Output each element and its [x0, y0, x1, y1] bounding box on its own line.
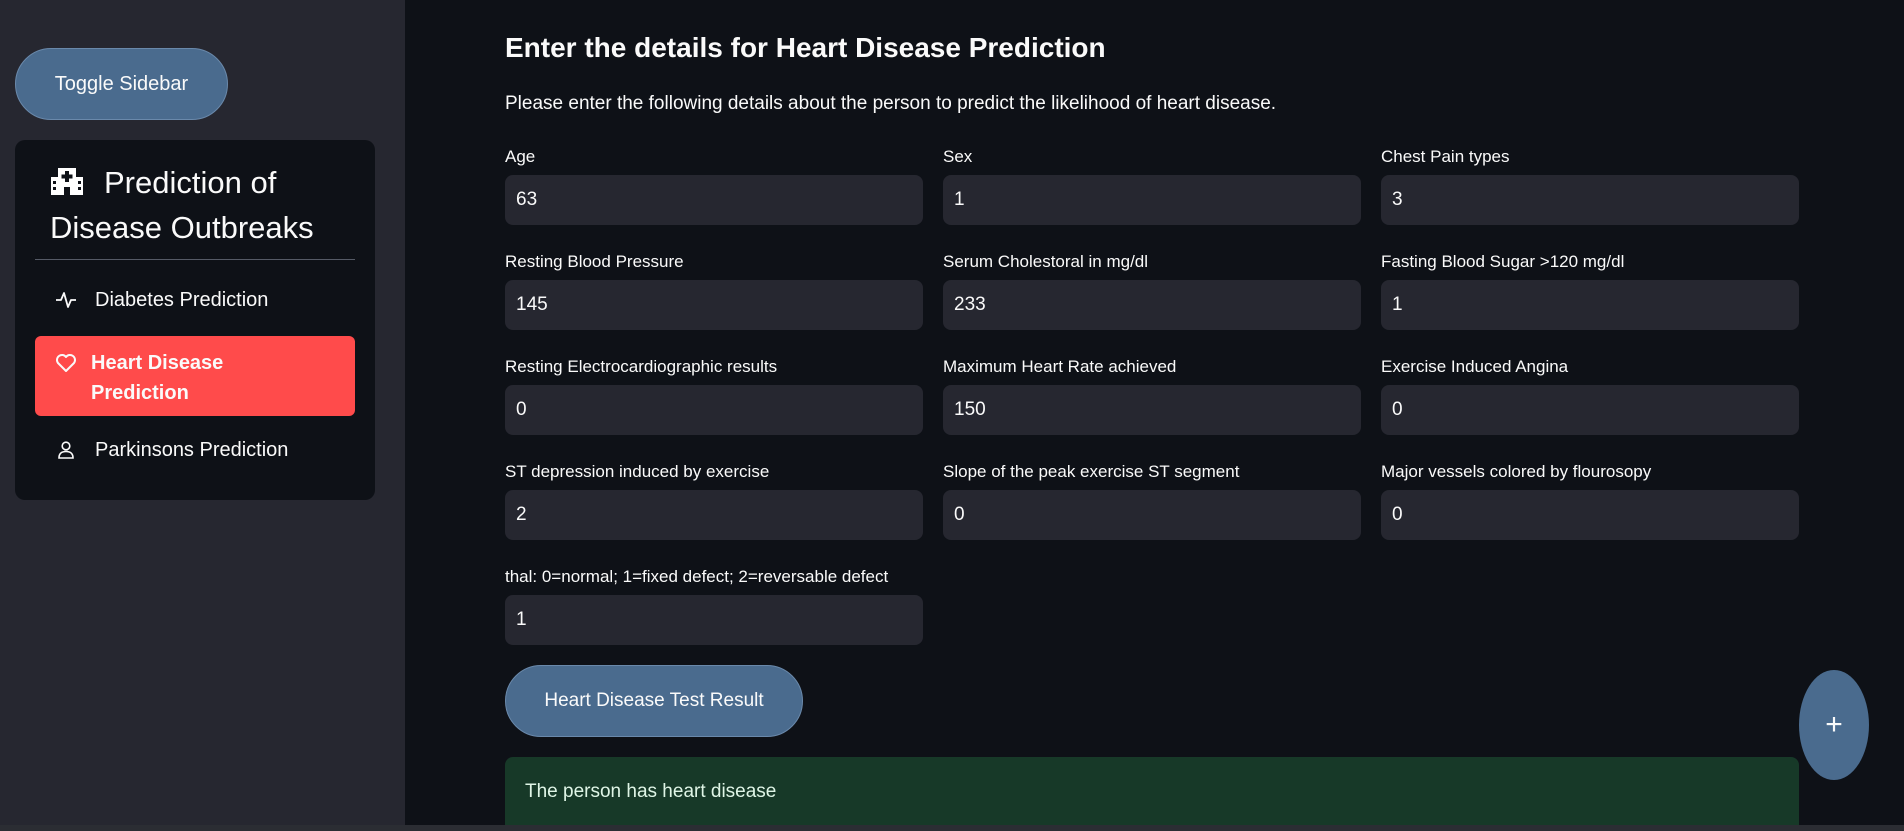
field-label: Resting Blood Pressure	[505, 252, 684, 271]
add-button[interactable]: +	[1799, 670, 1869, 780]
fasting-sugar-field: Fasting Blood Sugar >120 mg/dl 1	[1381, 252, 1799, 330]
field-label: Exercise Induced Angina	[1381, 357, 1569, 376]
field-label: Chest Pain types	[1381, 147, 1510, 166]
chest-pain-input[interactable]: 3	[1381, 175, 1799, 225]
age-input[interactable]: 63	[505, 175, 923, 225]
angina-field: Exercise Induced Angina 0	[1381, 357, 1799, 435]
sidebar-item-label: Parkinsons Prediction	[95, 438, 289, 461]
sex-input[interactable]: 1	[943, 175, 1361, 225]
hospital-icon	[50, 164, 84, 196]
field-label: Maximum Heart Rate achieved	[943, 357, 1177, 376]
field-label: Fasting Blood Sugar >120 mg/dl	[1381, 252, 1625, 271]
menu-divider	[35, 259, 355, 260]
major-vessels-input[interactable]: 0	[1381, 490, 1799, 540]
field-label: Age	[505, 147, 536, 166]
main-content: Enter the details for Heart Disease Pred…	[405, 0, 1904, 831]
sidebar: Toggle Sidebar Prediction of Disease Out…	[0, 0, 405, 831]
angina-input[interactable]: 0	[1381, 385, 1799, 435]
thal-input[interactable]: 1	[505, 595, 923, 645]
bottom-bar	[0, 825, 1904, 831]
st-slope-input[interactable]: 0	[943, 490, 1361, 540]
heart-icon	[55, 352, 77, 374]
sidebar-item-label: Diabetes Prediction	[95, 288, 269, 311]
sidebar-item-diabetes[interactable]: Diabetes Prediction	[35, 280, 355, 320]
activity-icon	[55, 289, 77, 311]
st-slope-field: Slope of the peak exercise ST segment 0	[943, 462, 1361, 540]
sidebar-item-parkinsons[interactable]: Parkinsons Prediction	[35, 430, 355, 470]
ecg-field: Resting Electrocardiographic results 0	[505, 357, 923, 435]
ecg-input[interactable]: 0	[505, 385, 923, 435]
field-label: Sex	[943, 147, 973, 166]
app-root: Toggle Sidebar Prediction of Disease Out…	[0, 0, 1904, 831]
resting-bp-input[interactable]: 145	[505, 280, 923, 330]
field-label: Resting Electrocardiographic results	[505, 357, 778, 376]
cholesterol-input[interactable]: 233	[943, 280, 1361, 330]
field-label: Major vessels colored by flourosopy	[1381, 462, 1652, 481]
max-heart-rate-field: Maximum Heart Rate achieved 150	[943, 357, 1361, 435]
prediction-result-text: The person has heart disease	[525, 781, 777, 802]
resting-bp-field: Resting Blood Pressure 145	[505, 252, 923, 330]
page-description: Please enter the following details about…	[505, 93, 1277, 114]
plus-icon: +	[1825, 708, 1843, 741]
sex-field: Sex 1	[943, 147, 1361, 225]
field-label: ST depression induced by exercise	[505, 462, 770, 481]
toggle-sidebar-button[interactable]: Toggle Sidebar	[15, 48, 228, 120]
st-depression-input[interactable]: 2	[505, 490, 923, 540]
field-label: Serum Cholestoral in mg/dl	[943, 252, 1149, 271]
menu-title: Prediction of Disease Outbreaks	[50, 160, 360, 250]
menu-title-text: Prediction of Disease Outbreaks	[50, 165, 314, 245]
field-label: thal: 0=normal; 1=fixed defect; 2=revers…	[505, 567, 889, 586]
cholesterol-field: Serum Cholestoral in mg/dl 233	[943, 252, 1361, 330]
navigation-menu: Prediction of Disease Outbreaks Diabetes…	[15, 140, 375, 500]
person-icon	[55, 439, 77, 461]
thal-field: thal: 0=normal; 1=fixed defect; 2=revers…	[505, 567, 923, 645]
sidebar-item-heart-disease[interactable]: Heart Disease Prediction	[35, 336, 355, 416]
major-vessels-field: Major vessels colored by flourosopy 0	[1381, 462, 1799, 540]
chest-pain-field: Chest Pain types 3	[1381, 147, 1799, 225]
max-heart-rate-input[interactable]: 150	[943, 385, 1361, 435]
fasting-sugar-input[interactable]: 1	[1381, 280, 1799, 330]
page-title: Enter the details for Heart Disease Pred…	[505, 32, 1106, 63]
field-label: Slope of the peak exercise ST segment	[943, 462, 1240, 481]
heart-disease-test-result-button[interactable]: Heart Disease Test Result	[505, 665, 803, 737]
age-field: Age 63	[505, 147, 923, 225]
prediction-result-alert: The person has heart disease	[505, 757, 1799, 831]
sidebar-item-label: Heart Disease Prediction	[91, 352, 224, 404]
st-depression-field: ST depression induced by exercise 2	[505, 462, 923, 540]
